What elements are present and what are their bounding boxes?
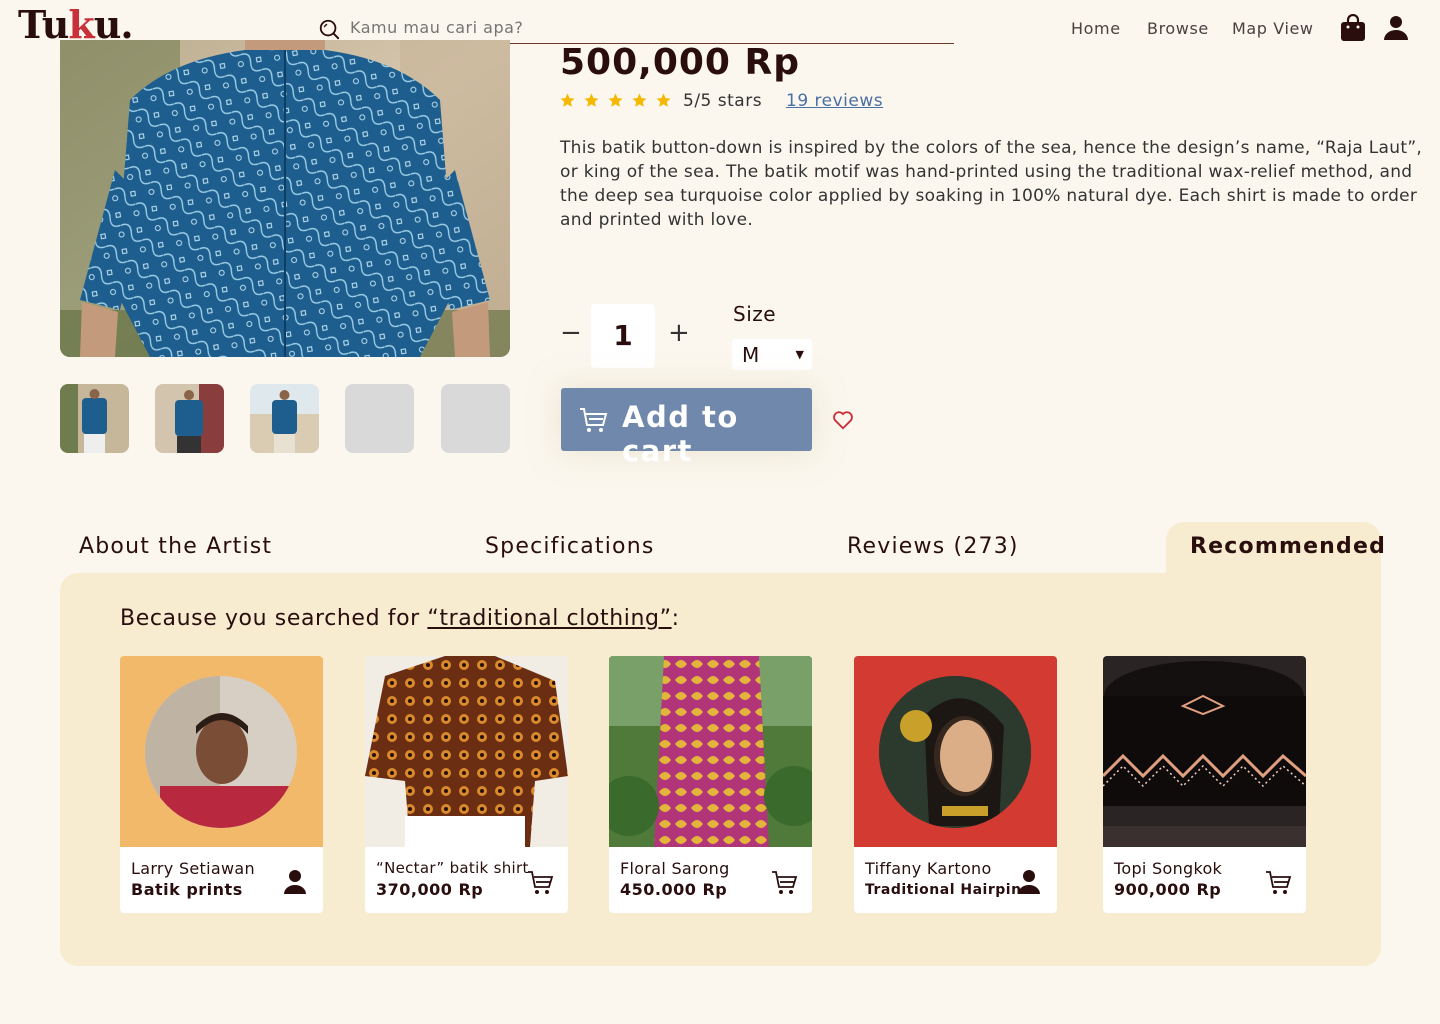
card-title: Larry Setiawan: [131, 859, 255, 878]
search-input[interactable]: [348, 14, 942, 40]
recommended-card[interactable]: Tiffany Kartono Traditional Hairpins: [854, 656, 1057, 913]
card-price: 370,000 Rp: [376, 880, 484, 899]
product-main-image: [60, 40, 510, 357]
thumbnail-placeholder[interactable]: [441, 384, 510, 453]
cart-icon[interactable]: [1264, 868, 1292, 896]
thumbnail-3[interactable]: [250, 384, 319, 453]
product-image: [365, 656, 568, 847]
thumbnail-1[interactable]: [60, 384, 129, 453]
size-label: Size: [733, 302, 777, 326]
product-image: [609, 656, 812, 847]
card-title: Topi Songkok: [1114, 859, 1223, 878]
card-price: 450.000 Rp: [620, 880, 728, 899]
artist-avatar: [854, 656, 1057, 847]
reviews-link[interactable]: 19 reviews: [786, 91, 883, 111]
add-to-cart-button[interactable]: Add to cart: [561, 388, 812, 468]
card-title: Floral Sarong: [620, 859, 730, 878]
cart-icon: [580, 408, 608, 432]
quantity-input[interactable]: 1: [591, 304, 655, 368]
user-icon[interactable]: [1383, 14, 1409, 42]
card-title: “Nectar” batik shirt: [376, 859, 529, 877]
star-icon: [560, 93, 575, 107]
nav-map-view[interactable]: Map View: [1232, 19, 1314, 38]
star-rating: [559, 92, 679, 113]
star-icon: [632, 93, 647, 107]
card-price: 900,000 Rp: [1114, 880, 1222, 899]
cart-icon[interactable]: [526, 868, 554, 896]
star-icon: [608, 93, 623, 107]
person-icon[interactable]: [281, 868, 309, 896]
shopping-bag-icon[interactable]: [1340, 14, 1366, 42]
artist-avatar: [120, 656, 323, 847]
recommended-card[interactable]: Topi Songkok 900,000 Rp: [1103, 656, 1306, 913]
tab-about-artist[interactable]: About the Artist: [79, 534, 272, 559]
product-description: This batik button-down is inspired by th…: [560, 138, 1423, 230]
nav-browse[interactable]: Browse: [1147, 19, 1209, 38]
recommendation-intro: Because you searched for “traditional cl…: [120, 606, 680, 631]
star-icon: [584, 93, 599, 107]
thumbnail-2[interactable]: [155, 384, 224, 453]
search-icon[interactable]: [318, 18, 340, 40]
quantity-decrease-button[interactable]: −: [560, 318, 582, 348]
heart-icon[interactable]: [832, 409, 854, 431]
quantity-increase-button[interactable]: +: [668, 318, 690, 348]
card-subtitle: Batik prints: [131, 880, 243, 899]
recommended-card[interactable]: Larry Setiawan Batik prints: [120, 656, 323, 913]
recommended-card[interactable]: Floral Sarong 450.000 Rp: [609, 656, 812, 913]
tab-specifications[interactable]: Specifications: [485, 534, 655, 559]
recommended-card[interactable]: “Nectar” batik shirt 370,000 Rp: [365, 656, 568, 913]
rating-text: 5/5 stars: [683, 91, 763, 111]
thumbnail-placeholder[interactable]: [345, 384, 414, 453]
size-select[interactable]: M ▼: [732, 339, 812, 370]
cart-icon[interactable]: [770, 868, 798, 896]
tab-recommended[interactable]: Recommended: [1190, 534, 1386, 559]
nav-home[interactable]: Home: [1071, 19, 1121, 38]
size-value: M: [742, 343, 760, 367]
product-price: 500,000 Rp: [560, 42, 800, 83]
chevron-down-icon: ▼: [795, 348, 804, 361]
product-image: [1103, 656, 1306, 847]
star-icon: [656, 93, 671, 107]
add-to-cart-label: Add to cart: [622, 400, 739, 468]
card-title: Tiffany Kartono: [865, 859, 992, 878]
tab-reviews[interactable]: Reviews (273): [847, 534, 1019, 559]
person-icon[interactable]: [1015, 868, 1043, 896]
search-query-link[interactable]: “traditional clothing”: [427, 606, 671, 631]
card-subtitle: Traditional Hairpins: [865, 882, 1031, 898]
